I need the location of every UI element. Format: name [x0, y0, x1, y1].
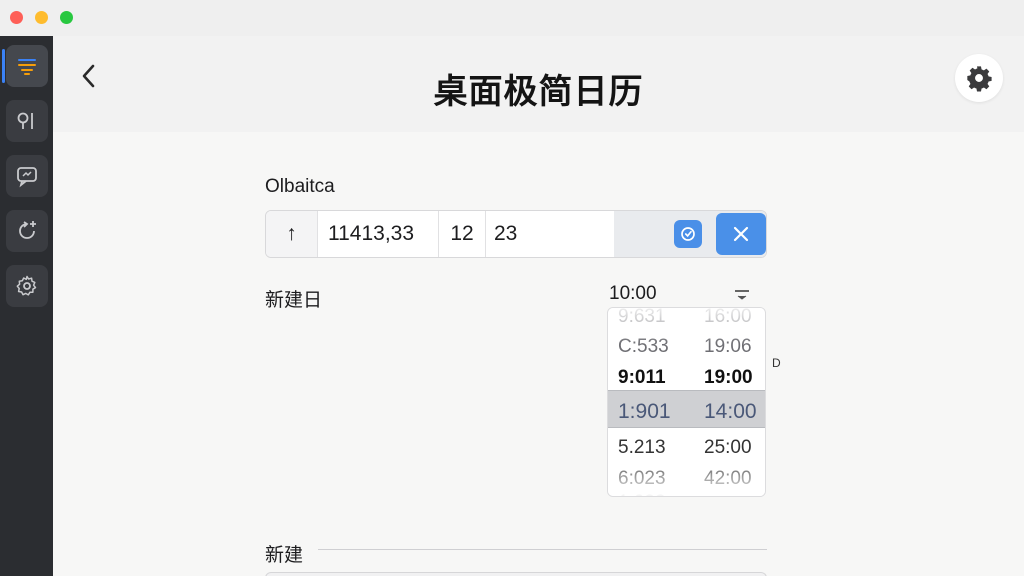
settings-button[interactable] [955, 54, 1003, 102]
field-b[interactable]: 12 [439, 211, 486, 257]
sidebar-item-chat[interactable] [6, 155, 48, 197]
picker-right-value: 25:00 [704, 437, 752, 458]
sync-button[interactable] [674, 220, 702, 248]
picker-left-value: 1:033 [618, 488, 666, 496]
sidebar-item-profile[interactable] [6, 100, 48, 142]
time-select-value[interactable]: 10:00 [609, 283, 657, 305]
picker-left-value: 5.213 [618, 437, 666, 458]
field-c[interactable]: 23 [486, 211, 614, 257]
picker-left-value: 9:011 [618, 367, 666, 388]
time-picker[interactable]: 9:631 16:00 C:533 19:06 9:011 19:00 1:90… [607, 307, 766, 497]
picker-left-value: 1:901 [618, 400, 671, 423]
page-title: 桌面极简日历 [433, 72, 644, 112]
picker-left-value: C:533 [618, 336, 669, 357]
picker-row[interactable]: 9:011 19:00 [608, 363, 765, 393]
window-zoom-button[interactable] [60, 11, 73, 24]
header: 桌面极简日历 [53, 36, 1024, 132]
field-a[interactable]: 11413,33 [318, 211, 439, 257]
profile-icon [17, 112, 33, 129]
picker-row[interactable]: 5.213 25:00 [608, 433, 765, 463]
sync-icon [681, 227, 695, 241]
picker-row-selected[interactable]: 1:901 14:00 [608, 397, 765, 427]
new-date-label: 新建日 [265, 289, 323, 311]
section-label: Olbaitca [265, 176, 335, 197]
picker-side-letter: D [772, 356, 781, 370]
sidebar-item-list[interactable] [2, 45, 48, 87]
new-section-label: 新建 [265, 544, 304, 566]
sidebar-item-refresh-add[interactable] [6, 210, 48, 252]
list-icon [18, 59, 36, 75]
bottom-field[interactable] [265, 572, 767, 576]
date-input-row: ↑ 11413,33 12 23 [265, 210, 767, 258]
picker-row[interactable]: 1:033 [608, 488, 765, 496]
chat-icon [17, 167, 37, 188]
refresh-add-icon [19, 221, 36, 239]
sort-up-button[interactable]: ↑ [266, 211, 318, 257]
arrow-up-icon: ↑ [286, 222, 297, 245]
close-icon [733, 226, 749, 242]
chevron-down-icon[interactable] [733, 288, 751, 302]
picker-right-value: 14:00 [704, 400, 757, 423]
sidebar [0, 36, 53, 576]
picker-row[interactable]: 9:631 16:00 [608, 307, 765, 332]
divider [318, 549, 767, 550]
picker-row[interactable]: C:533 19:06 [608, 332, 765, 362]
sidebar-item-settings[interactable] [6, 265, 48, 307]
clear-button[interactable] [716, 213, 766, 255]
window-minimize-button[interactable] [35, 11, 48, 24]
picker-right-value: 19:00 [704, 367, 753, 388]
picker-left-value: 9:631 [618, 307, 666, 327]
picker-right-value: 19:06 [704, 336, 752, 357]
window-close-button[interactable] [10, 11, 23, 24]
settings-icon [16, 275, 37, 296]
window-titlebar [0, 0, 1024, 36]
picker-right-value: 16:00 [704, 307, 752, 327]
gear-icon [967, 66, 992, 92]
